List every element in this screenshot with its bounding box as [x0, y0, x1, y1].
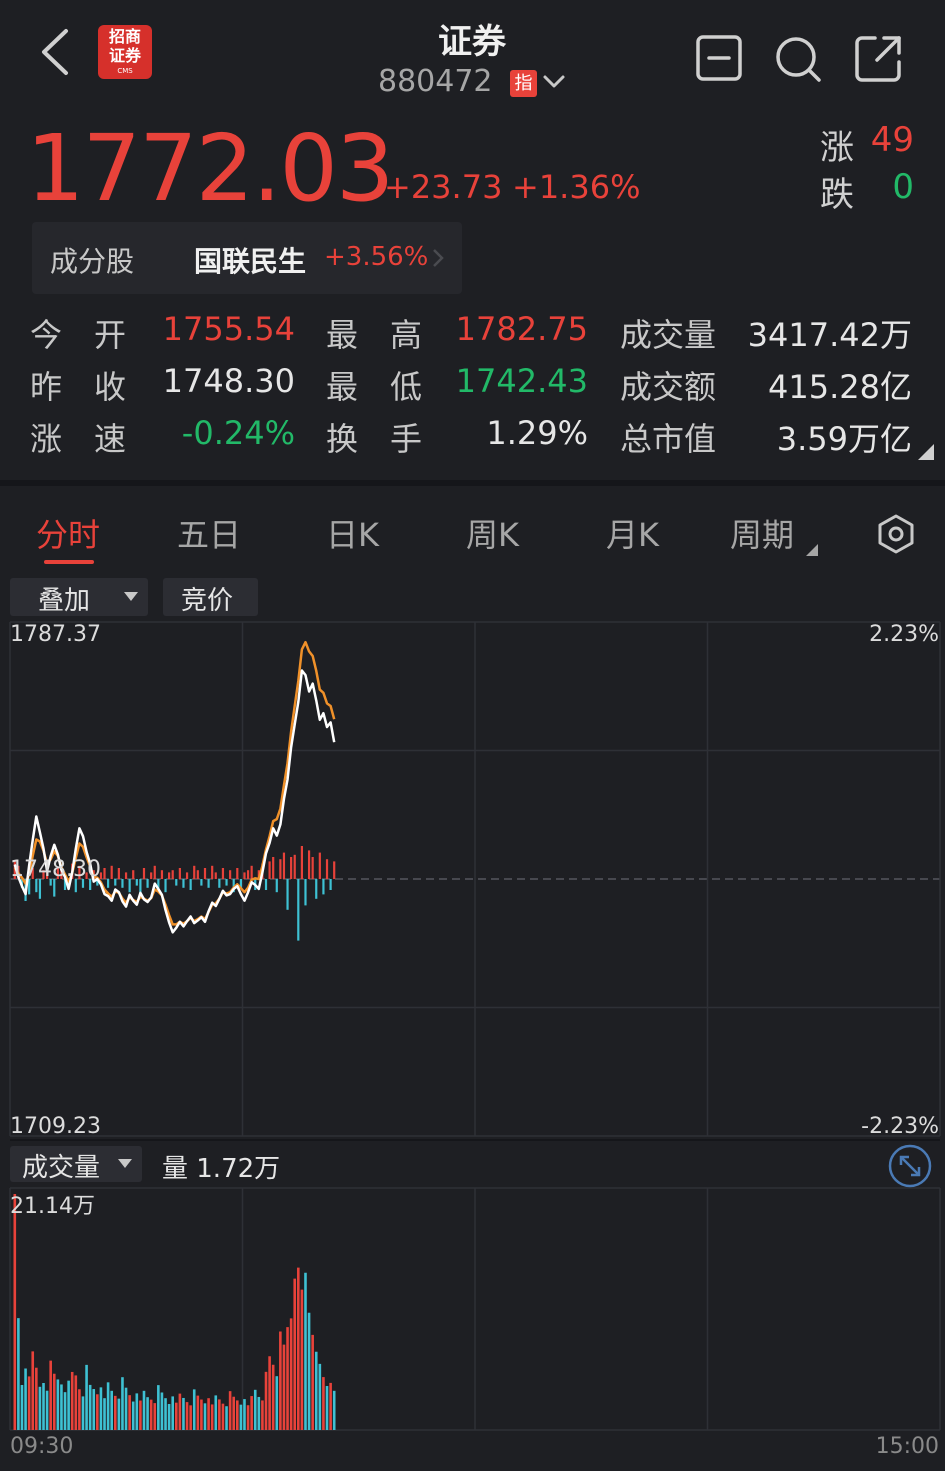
chevron-down-icon — [543, 75, 565, 88]
active-tab-indicator — [44, 560, 94, 564]
volume-indicator-dropdown[interactable]: 成交量 — [10, 1146, 142, 1183]
low-label: 最 低 — [326, 368, 423, 406]
logo-text-3: CMS — [117, 67, 133, 75]
speed-value: -0.24% — [181, 414, 295, 452]
tab-monthly-k[interactable]: 月K — [606, 510, 659, 556]
search-button[interactable] — [772, 33, 828, 89]
down-count: 0 — [892, 167, 914, 207]
price-line — [13, 669, 336, 934]
low-value: 1742.43 — [455, 362, 588, 400]
settings-hexagon-icon — [878, 514, 914, 554]
index-badge: 指 — [510, 70, 537, 97]
dropdown-triangle-icon — [124, 592, 138, 601]
back-button[interactable] — [30, 25, 80, 81]
auction-label: 竞价 — [181, 586, 234, 616]
mktcap-value: 3.59万亿 — [776, 420, 912, 458]
page-title: 证券 — [438, 22, 506, 62]
current-volume: 量 1.72万 — [162, 1154, 281, 1184]
constituent-label: 成分股 — [50, 245, 135, 278]
x-axis-start-label: 09:30 — [10, 1434, 74, 1459]
price-change-pct: +1.36% — [512, 168, 641, 206]
auction-button[interactable]: 竞价 — [163, 578, 258, 616]
tab-intraday[interactable]: 分时 — [36, 510, 100, 556]
code-dropdown[interactable] — [540, 68, 568, 96]
share-icon — [855, 36, 901, 82]
amount-value: 415.28亿 — [768, 368, 912, 406]
volume-value: 3417.42万 — [747, 316, 912, 354]
broker-logo: 招商 证券 CMS — [98, 25, 152, 79]
turnover-label: 换 手 — [326, 420, 423, 458]
tab-daily-k[interactable]: 日K — [326, 510, 379, 556]
tab-weekly-k[interactable]: 周K — [466, 510, 519, 556]
share-button[interactable] — [853, 33, 909, 89]
search-icon — [776, 37, 821, 82]
watchlist-remove-button[interactable] — [694, 33, 750, 89]
y-axis-bottom-label: 1709.23 — [10, 1114, 101, 1139]
section-divider — [0, 480, 945, 486]
y-axis-top-label: 1787.37 — [10, 622, 101, 647]
up-label: 涨 — [820, 128, 854, 168]
logo-text-2: 证券 — [108, 46, 141, 65]
volume-label: 成交量 — [620, 316, 717, 354]
y-axis-mid-label: 1748.30 — [10, 857, 101, 882]
dropdown-triangle-icon — [118, 1159, 132, 1168]
last-price: 1772.03 — [26, 115, 394, 222]
overlay-dropdown[interactable]: 叠加 — [10, 578, 148, 616]
prev-close-value: 1748.30 — [162, 362, 295, 400]
constituent-bar[interactable]: 成分股 国联民生 +3.56% — [32, 222, 462, 294]
overlay-label: 叠加 — [38, 586, 91, 616]
volume-chart — [13, 1194, 336, 1430]
index-code[interactable]: 880472 — [378, 64, 493, 99]
pct-axis-bottom-label: -2.23% — [861, 1114, 939, 1139]
tab-five-day[interactable]: 五日 — [177, 510, 241, 556]
average-price-line — [13, 640, 336, 926]
logo-text-1: 招商 — [108, 27, 141, 46]
volume-indicator-label: 成交量 — [22, 1153, 101, 1183]
mktcap-label: 总市值 — [620, 420, 717, 458]
amount-label: 成交额 — [620, 368, 717, 406]
speed-label: 涨 速 — [30, 420, 127, 458]
down-label: 跌 — [820, 175, 854, 215]
up-count: 49 — [870, 120, 914, 160]
expand-icon — [888, 1144, 932, 1188]
back-arrow-icon — [42, 29, 68, 75]
minus-square-icon — [696, 35, 742, 81]
open-label: 今 开 — [30, 316, 127, 354]
chevron-right-icon — [433, 249, 444, 267]
fullscreen-button[interactable] — [888, 1144, 932, 1188]
x-axis-end-label: 15:00 — [875, 1434, 939, 1459]
corner-triangle-icon — [806, 544, 819, 556]
tab-period[interactable]: 周期 — [730, 510, 819, 556]
price-change: +23.73 — [384, 168, 503, 206]
constituent-pct: +3.56% — [324, 242, 429, 272]
high-value: 1782.75 — [455, 310, 588, 348]
turnover-value: 1.29% — [486, 414, 588, 452]
high-label: 最 高 — [326, 316, 423, 354]
prev-close-label: 昨 收 — [30, 368, 127, 406]
expand-stats-corner[interactable] — [918, 444, 934, 460]
tab-period-label: 周期 — [730, 516, 795, 554]
volume-max-label: 21.14万 — [10, 1194, 95, 1219]
pct-axis-top-label: 2.23% — [869, 622, 939, 647]
constituent-name: 国联民生 — [194, 245, 307, 278]
open-value: 1755.54 — [162, 310, 295, 348]
chart-settings-button[interactable] — [876, 514, 916, 554]
